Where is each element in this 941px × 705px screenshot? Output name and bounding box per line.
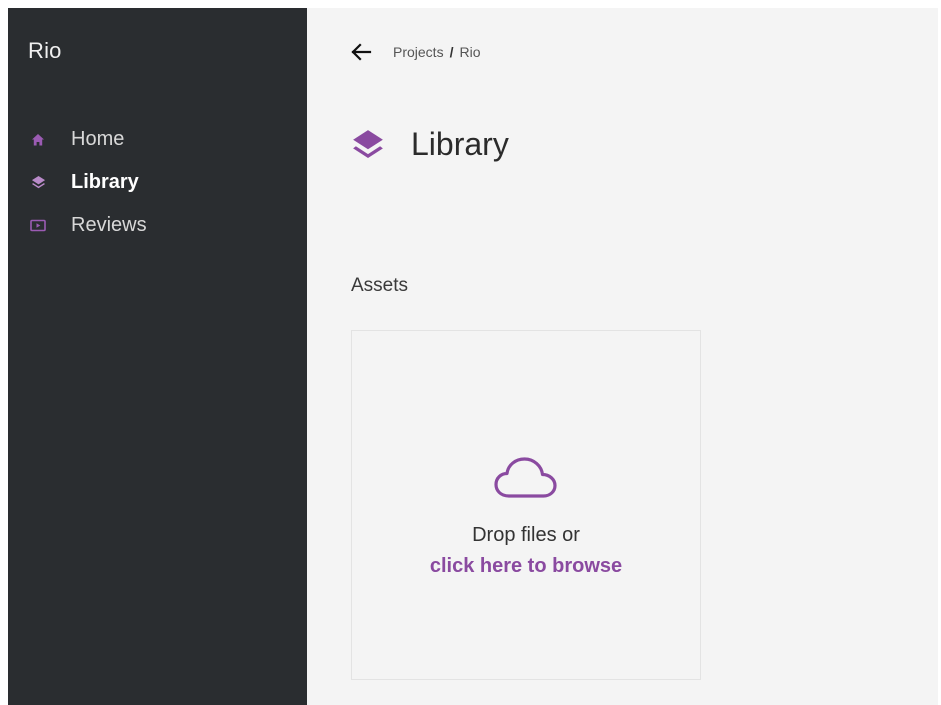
assets-section-label: Assets [351, 275, 409, 296]
file-dropzone[interactable]: Drop files or click here to browse [351, 330, 701, 680]
layers-icon [351, 128, 385, 162]
arrow-left-icon [351, 43, 372, 61]
sidebar-item-home[interactable]: Home [8, 118, 307, 161]
browse-files-link[interactable]: click here to browse [430, 555, 622, 578]
sidebar-item-label: Home [71, 128, 125, 150]
home-icon [30, 132, 46, 148]
breadcrumb-projects-link[interactable]: Projects [393, 44, 444, 60]
page-title: Library [411, 126, 509, 162]
breadcrumb-current: Rio [459, 44, 481, 60]
dropzone-instructions: Drop files or [472, 524, 580, 546]
breadcrumb-separator: / [449, 44, 454, 60]
cloud-upload-icon [494, 457, 557, 498]
sidebar-item-library[interactable]: Library [8, 161, 307, 204]
sidebar-item-label: Library [71, 171, 139, 193]
app-window: Rio Home Library Reviews Projects / Rio … [8, 8, 938, 705]
back-button[interactable] [345, 36, 377, 68]
layers-icon [30, 175, 46, 191]
sidebar: Rio Home Library Reviews [8, 8, 307, 705]
main-content: Projects / Rio Library Assets Drop files… [307, 8, 938, 705]
sidebar-item-label: Reviews [71, 214, 147, 236]
breadcrumb: Projects / Rio [393, 44, 480, 60]
play-screen-icon [30, 218, 46, 234]
sidebar-item-reviews[interactable]: Reviews [8, 204, 307, 247]
sidebar-nav: Home Library Reviews [8, 118, 307, 247]
topbar: Projects / Rio [351, 36, 480, 68]
page-heading: Library [351, 126, 509, 163]
app-title: Rio [28, 38, 62, 63]
